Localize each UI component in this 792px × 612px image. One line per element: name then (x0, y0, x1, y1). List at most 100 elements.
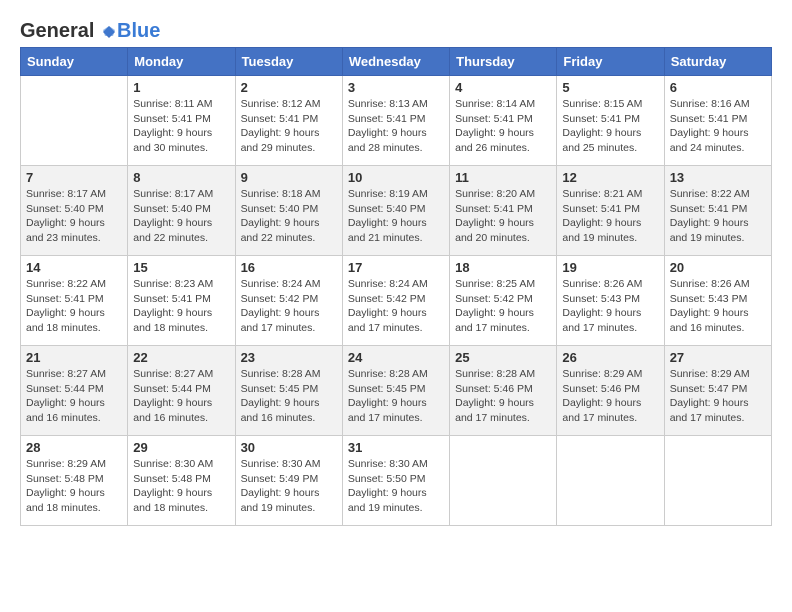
day-info: Sunrise: 8:27 AMSunset: 5:44 PMDaylight:… (133, 367, 229, 426)
day-number: 5 (562, 80, 658, 95)
calendar-cell: 14 Sunrise: 8:22 AMSunset: 5:41 PMDaylig… (21, 256, 128, 346)
calendar-cell: 20 Sunrise: 8:26 AMSunset: 5:43 PMDaylig… (664, 256, 771, 346)
day-info: Sunrise: 8:20 AMSunset: 5:41 PMDaylight:… (455, 187, 551, 246)
calendar-cell: 29 Sunrise: 8:30 AMSunset: 5:48 PMDaylig… (128, 436, 235, 526)
day-number: 13 (670, 170, 766, 185)
calendar-week-row: 7 Sunrise: 8:17 AMSunset: 5:40 PMDayligh… (21, 166, 772, 256)
day-number: 11 (455, 170, 551, 185)
day-number: 8 (133, 170, 229, 185)
day-number: 9 (241, 170, 337, 185)
day-number: 17 (348, 260, 444, 275)
day-number: 31 (348, 440, 444, 455)
day-number: 23 (241, 350, 337, 365)
day-number: 27 (670, 350, 766, 365)
weekday-header-saturday: Saturday (664, 48, 771, 76)
day-info: Sunrise: 8:25 AMSunset: 5:42 PMDaylight:… (455, 277, 551, 336)
day-number: 7 (26, 170, 122, 185)
calendar-cell: 25 Sunrise: 8:28 AMSunset: 5:46 PMDaylig… (450, 346, 557, 436)
calendar-cell: 23 Sunrise: 8:28 AMSunset: 5:45 PMDaylig… (235, 346, 342, 436)
day-number: 6 (670, 80, 766, 95)
weekday-header-row: SundayMondayTuesdayWednesdayThursdayFrid… (21, 48, 772, 76)
calendar-cell: 8 Sunrise: 8:17 AMSunset: 5:40 PMDayligh… (128, 166, 235, 256)
calendar-cell: 31 Sunrise: 8:30 AMSunset: 5:50 PMDaylig… (342, 436, 449, 526)
day-number: 21 (26, 350, 122, 365)
calendar-week-row: 21 Sunrise: 8:27 AMSunset: 5:44 PMDaylig… (21, 346, 772, 436)
calendar-cell: 12 Sunrise: 8:21 AMSunset: 5:41 PMDaylig… (557, 166, 664, 256)
calendar-cell: 15 Sunrise: 8:23 AMSunset: 5:41 PMDaylig… (128, 256, 235, 346)
logo: General Blue (20, 20, 160, 43)
day-number: 18 (455, 260, 551, 275)
logo-icon (101, 24, 117, 40)
day-info: Sunrise: 8:19 AMSunset: 5:40 PMDaylight:… (348, 187, 444, 246)
day-number: 15 (133, 260, 229, 275)
calendar-cell: 26 Sunrise: 8:29 AMSunset: 5:46 PMDaylig… (557, 346, 664, 436)
calendar-week-row: 1 Sunrise: 8:11 AMSunset: 5:41 PMDayligh… (21, 76, 772, 166)
day-info: Sunrise: 8:30 AMSunset: 5:50 PMDaylight:… (348, 457, 444, 516)
day-number: 16 (241, 260, 337, 275)
day-number: 22 (133, 350, 229, 365)
day-info: Sunrise: 8:26 AMSunset: 5:43 PMDaylight:… (562, 277, 658, 336)
calendar-cell (664, 436, 771, 526)
calendar-cell: 13 Sunrise: 8:22 AMSunset: 5:41 PMDaylig… (664, 166, 771, 256)
day-info: Sunrise: 8:29 AMSunset: 5:46 PMDaylight:… (562, 367, 658, 426)
day-info: Sunrise: 8:15 AMSunset: 5:41 PMDaylight:… (562, 97, 658, 156)
day-info: Sunrise: 8:22 AMSunset: 5:41 PMDaylight:… (670, 187, 766, 246)
day-info: Sunrise: 8:17 AMSunset: 5:40 PMDaylight:… (133, 187, 229, 246)
day-number: 3 (348, 80, 444, 95)
calendar-week-row: 14 Sunrise: 8:22 AMSunset: 5:41 PMDaylig… (21, 256, 772, 346)
day-info: Sunrise: 8:14 AMSunset: 5:41 PMDaylight:… (455, 97, 551, 156)
day-info: Sunrise: 8:28 AMSunset: 5:45 PMDaylight:… (241, 367, 337, 426)
day-number: 12 (562, 170, 658, 185)
day-number: 4 (455, 80, 551, 95)
day-info: Sunrise: 8:24 AMSunset: 5:42 PMDaylight:… (241, 277, 337, 336)
calendar-cell: 17 Sunrise: 8:24 AMSunset: 5:42 PMDaylig… (342, 256, 449, 346)
day-info: Sunrise: 8:23 AMSunset: 5:41 PMDaylight:… (133, 277, 229, 336)
weekday-header-wednesday: Wednesday (342, 48, 449, 76)
day-number: 29 (133, 440, 229, 455)
calendar-cell: 11 Sunrise: 8:20 AMSunset: 5:41 PMDaylig… (450, 166, 557, 256)
weekday-header-friday: Friday (557, 48, 664, 76)
calendar-cell: 4 Sunrise: 8:14 AMSunset: 5:41 PMDayligh… (450, 76, 557, 166)
day-info: Sunrise: 8:17 AMSunset: 5:40 PMDaylight:… (26, 187, 122, 246)
calendar-cell: 7 Sunrise: 8:17 AMSunset: 5:40 PMDayligh… (21, 166, 128, 256)
logo-general: General (20, 20, 117, 43)
day-info: Sunrise: 8:29 AMSunset: 5:48 PMDaylight:… (26, 457, 122, 516)
calendar-cell: 19 Sunrise: 8:26 AMSunset: 5:43 PMDaylig… (557, 256, 664, 346)
day-info: Sunrise: 8:13 AMSunset: 5:41 PMDaylight:… (348, 97, 444, 156)
day-info: Sunrise: 8:21 AMSunset: 5:41 PMDaylight:… (562, 187, 658, 246)
calendar-cell: 6 Sunrise: 8:16 AMSunset: 5:41 PMDayligh… (664, 76, 771, 166)
day-number: 24 (348, 350, 444, 365)
day-info: Sunrise: 8:16 AMSunset: 5:41 PMDaylight:… (670, 97, 766, 156)
day-number: 1 (133, 80, 229, 95)
page-header: General Blue (20, 20, 772, 43)
calendar-cell: 10 Sunrise: 8:19 AMSunset: 5:40 PMDaylig… (342, 166, 449, 256)
day-number: 25 (455, 350, 551, 365)
calendar-cell: 28 Sunrise: 8:29 AMSunset: 5:48 PMDaylig… (21, 436, 128, 526)
calendar-week-row: 28 Sunrise: 8:29 AMSunset: 5:48 PMDaylig… (21, 436, 772, 526)
day-info: Sunrise: 8:29 AMSunset: 5:47 PMDaylight:… (670, 367, 766, 426)
calendar-table: SundayMondayTuesdayWednesdayThursdayFrid… (20, 47, 772, 526)
logo-blue: Blue (117, 20, 160, 43)
calendar-cell (21, 76, 128, 166)
day-number: 26 (562, 350, 658, 365)
day-number: 30 (241, 440, 337, 455)
weekday-header-thursday: Thursday (450, 48, 557, 76)
calendar-cell: 16 Sunrise: 8:24 AMSunset: 5:42 PMDaylig… (235, 256, 342, 346)
calendar-cell: 1 Sunrise: 8:11 AMSunset: 5:41 PMDayligh… (128, 76, 235, 166)
day-info: Sunrise: 8:28 AMSunset: 5:45 PMDaylight:… (348, 367, 444, 426)
day-number: 28 (26, 440, 122, 455)
day-info: Sunrise: 8:26 AMSunset: 5:43 PMDaylight:… (670, 277, 766, 336)
calendar-cell (450, 436, 557, 526)
day-info: Sunrise: 8:28 AMSunset: 5:46 PMDaylight:… (455, 367, 551, 426)
day-info: Sunrise: 8:30 AMSunset: 5:48 PMDaylight:… (133, 457, 229, 516)
calendar-cell: 27 Sunrise: 8:29 AMSunset: 5:47 PMDaylig… (664, 346, 771, 436)
day-info: Sunrise: 8:24 AMSunset: 5:42 PMDaylight:… (348, 277, 444, 336)
calendar-cell: 9 Sunrise: 8:18 AMSunset: 5:40 PMDayligh… (235, 166, 342, 256)
day-info: Sunrise: 8:12 AMSunset: 5:41 PMDaylight:… (241, 97, 337, 156)
calendar-cell (557, 436, 664, 526)
day-number: 14 (26, 260, 122, 275)
calendar-cell: 22 Sunrise: 8:27 AMSunset: 5:44 PMDaylig… (128, 346, 235, 436)
day-number: 19 (562, 260, 658, 275)
calendar-cell: 5 Sunrise: 8:15 AMSunset: 5:41 PMDayligh… (557, 76, 664, 166)
day-info: Sunrise: 8:30 AMSunset: 5:49 PMDaylight:… (241, 457, 337, 516)
